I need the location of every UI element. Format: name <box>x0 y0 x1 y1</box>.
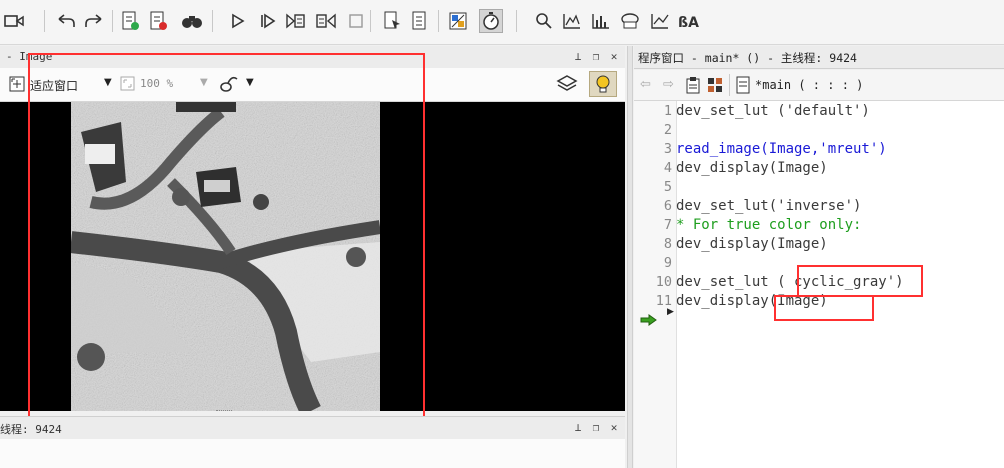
chevron-down-icon[interactable]: ▼ <box>246 77 254 88</box>
bottom-window-body <box>0 439 625 468</box>
insert-line-icon[interactable] <box>118 9 142 33</box>
fit-window-label[interactable]: 适应窗口 <box>30 77 78 94</box>
font-icon[interactable]: ßA <box>676 9 700 33</box>
splitter-grip[interactable] <box>216 410 232 411</box>
insert-cursor-icon: ▶ <box>667 307 674 317</box>
procedure-icon[interactable] <box>735 76 751 97</box>
layers-icon[interactable] <box>556 74 578 97</box>
line-number-gutter: 1 2 3 4 5 6 7 8 9 10 11 <box>634 101 677 468</box>
program-window-titlebar: 程序窗口 - main* () - 主线程: 9424 <box>634 46 1004 69</box>
code-line[interactable]: dev_display(Image) <box>676 160 828 176</box>
step-over-icon[interactable] <box>256 9 280 33</box>
procedure-selector[interactable]: *main ( : : : ) <box>755 78 863 92</box>
line-number: 5 <box>663 179 672 195</box>
draw-mode-icon[interactable] <box>218 74 240 97</box>
pin-icon[interactable]: ⊥ <box>571 49 585 63</box>
chevron-down-icon[interactable]: ▼ <box>104 77 112 88</box>
delete-line-icon[interactable] <box>146 9 170 33</box>
code-editor[interactable]: 1 2 3 4 5 6 7 8 9 10 11 dev_set_lut ('default') rea… <box>634 101 1004 468</box>
line-number: 1 <box>663 103 672 119</box>
pin-icon[interactable]: ⊥ <box>571 420 585 434</box>
svg-text:ßA: ßA <box>678 15 699 30</box>
line-number: 6 <box>663 198 672 214</box>
stop-icon[interactable] <box>344 9 368 33</box>
aerial-image <box>71 102 380 411</box>
line-profile-icon[interactable] <box>648 9 672 33</box>
float-icon[interactable]: ❐ <box>589 49 603 63</box>
code-line[interactable]: dev_set_lut ('default') <box>676 103 870 119</box>
redo-icon[interactable] <box>82 9 106 33</box>
code-line[interactable]: read_image(Image,'mreut') <box>676 141 887 157</box>
chevron-down-icon[interactable]: ▼ <box>200 77 208 88</box>
code-line[interactable]: dev_display(Image) <box>676 236 828 252</box>
step-into-icon[interactable] <box>284 9 308 33</box>
timer-icon[interactable] <box>479 9 503 33</box>
image-window-title: - Image <box>6 50 53 63</box>
forward-arrow-icon[interactable]: ⇨ <box>663 77 674 92</box>
line-number: 2 <box>663 122 672 138</box>
bottom-window-title: 线程: 9424 <box>0 423 62 436</box>
line-number: 9 <box>663 255 672 271</box>
camera-icon[interactable] <box>2 9 26 33</box>
program-window-toolbar: ⇦ ⇨ *main ( : : : ) <box>634 70 1004 101</box>
image-window-toolbar: 适应窗口 ▼ 100 % ▼ ▼ <box>0 68 625 102</box>
bottom-window-titlebar: 线程: 9424 ⊥ ❐ ✕ <box>0 416 625 439</box>
zoom-icon[interactable] <box>532 9 556 33</box>
line-number: 4 <box>663 160 672 176</box>
gray-histogram-icon[interactable] <box>560 9 584 33</box>
binoculars-icon[interactable] <box>180 9 204 33</box>
zoom-level-icon <box>120 76 136 95</box>
code-line[interactable]: * For true color only: <box>676 217 861 233</box>
vertical-splitter[interactable] <box>627 46 633 468</box>
line-number: 10 <box>655 274 672 290</box>
back-arrow-icon[interactable]: ⇦ <box>640 77 651 92</box>
program-counter-arrow-icon <box>640 314 658 329</box>
step-out-icon[interactable] <box>314 9 338 33</box>
line-number: 7 <box>663 217 672 233</box>
run-icon[interactable] <box>226 9 250 33</box>
assistant-icon[interactable] <box>446 9 470 33</box>
feature-histogram-icon[interactable] <box>589 9 613 33</box>
reset-program-icon[interactable] <box>408 9 432 33</box>
code-line[interactable]: dev_display(Image) <box>676 293 828 309</box>
line-number: 8 <box>663 236 672 252</box>
float-icon[interactable]: ❐ <box>589 420 603 434</box>
program-window-title: 程序窗口 - main* () - 主线程: 9424 <box>638 51 857 65</box>
grid-icon[interactable] <box>707 77 723 96</box>
clipboard-icon[interactable] <box>685 76 701 97</box>
region-inspect-icon[interactable] <box>618 9 642 33</box>
code-line[interactable]: dev_set_lut('inverse') <box>676 198 861 214</box>
fit-window-icon[interactable] <box>8 75 26 96</box>
program-cursor-icon[interactable] <box>380 9 404 33</box>
undo-icon[interactable] <box>54 9 78 33</box>
main-toolbar: ßA <box>0 0 1004 45</box>
line-number: 3 <box>663 141 672 157</box>
image-window-titlebar: - Image ⊥ ❐ ✕ <box>0 46 625 69</box>
zoom-level-value[interactable]: 100 % <box>140 77 173 90</box>
code-line[interactable]: dev_set_lut ( cyclic_gray') <box>676 274 904 290</box>
close-icon[interactable]: ✕ <box>607 49 621 63</box>
image-canvas[interactable] <box>0 102 625 411</box>
close-icon[interactable]: ✕ <box>607 420 621 434</box>
lightbulb-icon[interactable] <box>589 71 617 97</box>
